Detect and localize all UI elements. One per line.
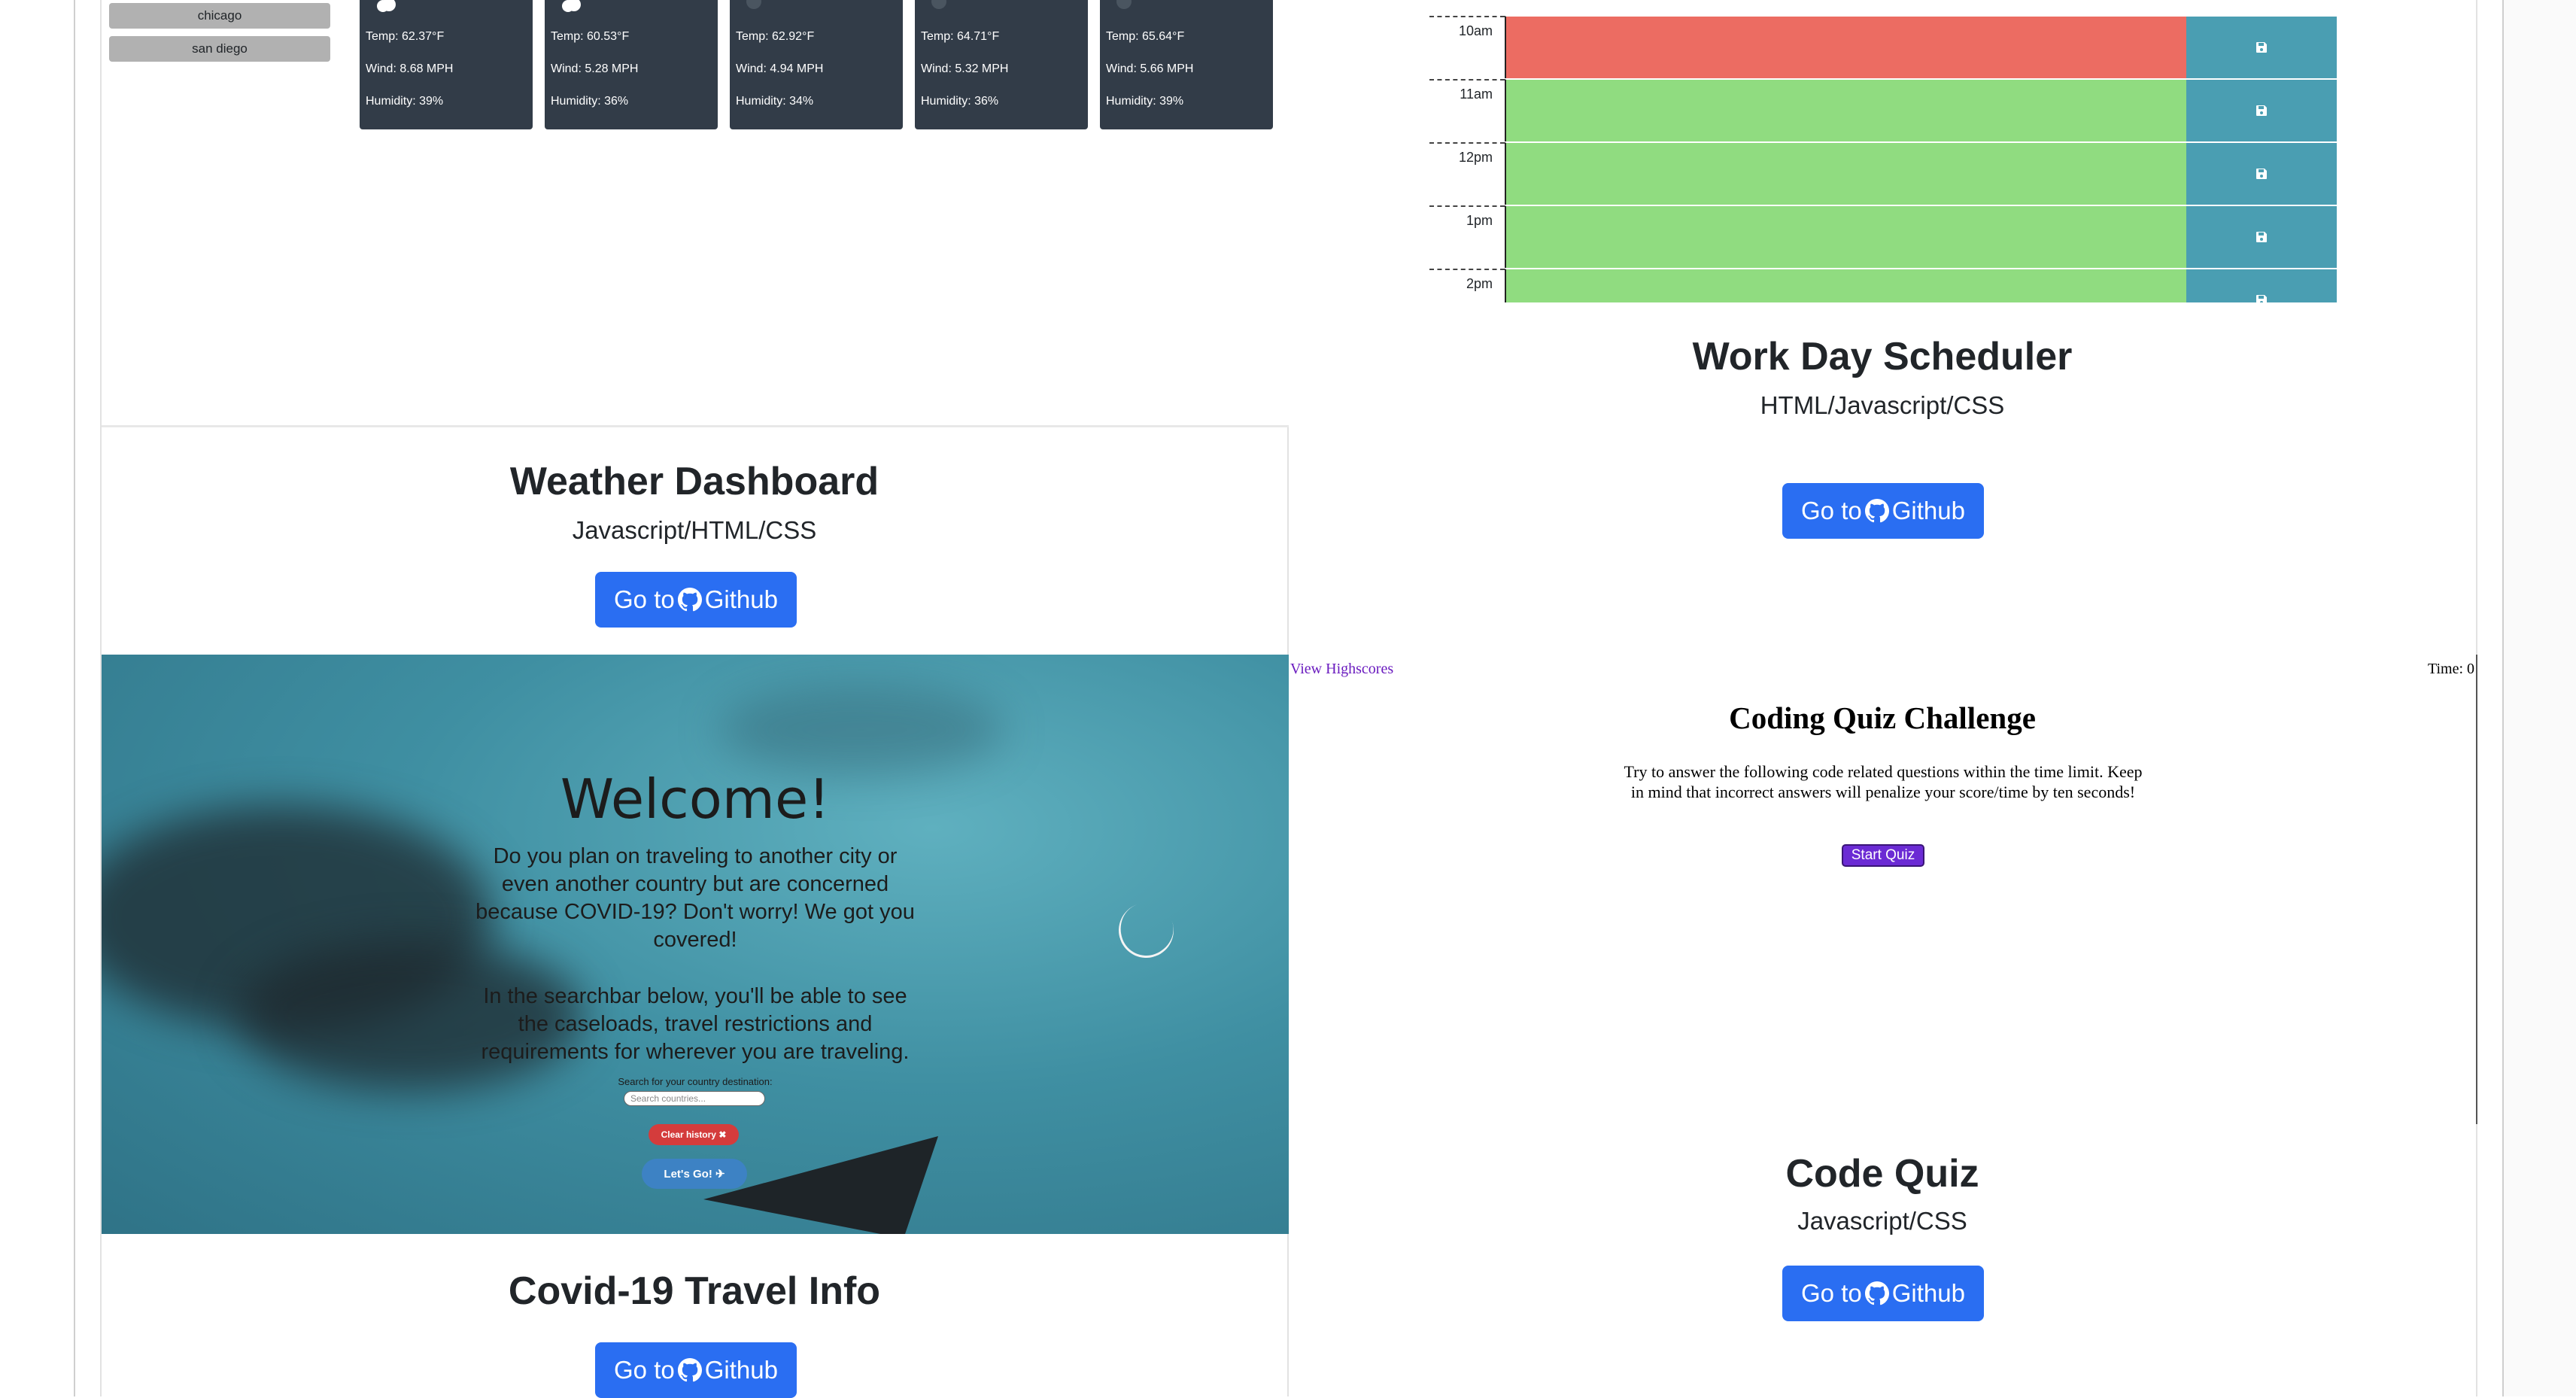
event-textarea[interactable]: [1505, 142, 2188, 205]
button-label: Github: [704, 1356, 778, 1384]
github-icon: [677, 588, 702, 612]
forecast-temp: Temp: 65.64°F: [1106, 30, 1185, 43]
time-block: 2pm: [1429, 269, 2367, 302]
hour-label: 10am: [1429, 16, 1505, 81]
project-title: Code Quiz: [1785, 1152, 1979, 1196]
github-icon: [677, 1358, 702, 1382]
cloud-icon: [377, 0, 396, 12]
forecast-day-card: Temp: 60.53°F Wind: 5.28 MPH Humidity: 3…: [545, 0, 718, 129]
project-card-work-day-scheduler: 10am 11am 12pm 1pm 2pm Work Day Schedule…: [1289, 0, 2477, 655]
save-icon: [2256, 105, 2267, 116]
project-tech: HTML/Javascript/CSS: [1760, 391, 2005, 419]
cloud-icon: [562, 0, 581, 12]
forecast-wind: Wind: 5.66 MPH: [1106, 62, 1194, 75]
forecast-temp: Temp: 60.53°F: [551, 30, 630, 43]
forecast-humidity: Humidity: 34%: [736, 95, 814, 108]
view-highscores-link[interactable]: View Highscores: [1290, 661, 1393, 678]
github-button[interactable]: Go to Github: [1782, 1266, 1984, 1321]
button-label: Github: [704, 585, 778, 613]
event-textarea[interactable]: [1505, 205, 2188, 268]
intro-paragraph: In the searchbar below, you'll be able t…: [481, 984, 910, 1064]
forecast-day-card: Temp: 62.92°F Wind: 4.94 MPH Humidity: 3…: [730, 0, 903, 129]
covid-travel-preview: Welcome! Do you plan on traveling to ano…: [102, 655, 1289, 1234]
scheduler-preview: 10am 11am 12pm 1pm 2pm: [1289, 0, 2477, 302]
hour-label: 1pm: [1429, 205, 1505, 270]
quiz-timer: Time: 0: [2427, 661, 2474, 677]
intro-paragraph: Do you plan on traveling to another city…: [475, 844, 915, 952]
weather-dashboard-preview: chicago san diego Temp: 62.37°F Wind: 8.…: [102, 0, 1289, 427]
forecast-day-card: Temp: 64.71°F Wind: 5.32 MPH Humidity: 3…: [915, 0, 1088, 129]
button-label: Github: [1891, 497, 1965, 524]
forecast-humidity: Humidity: 39%: [366, 95, 444, 108]
forecast-day-card: Temp: 65.64°F Wind: 5.66 MPH Humidity: 3…: [1100, 0, 1273, 129]
time-block: 1pm: [1429, 205, 2367, 269]
time-block: 12pm: [1429, 142, 2367, 205]
forecast-temp: Temp: 62.92°F: [736, 30, 815, 43]
save-icon: [2256, 169, 2267, 179]
save-button[interactable]: [2186, 142, 2337, 205]
button-label: Go to: [614, 1356, 675, 1384]
country-search-input[interactable]: Search countries...: [624, 1091, 765, 1106]
forecast-humidity: Humidity: 36%: [921, 95, 999, 108]
moon-icon: [1110, 895, 1182, 966]
forecast-humidity: Humidity: 36%: [551, 95, 629, 108]
forecast-day-card: Temp: 62.37°F Wind: 8.68 MPH Humidity: 3…: [360, 0, 533, 129]
hour-label: 12pm: [1429, 142, 1505, 207]
forecast-humidity: Humidity: 39%: [1106, 95, 1184, 108]
window-margin: [2504, 0, 2576, 1396]
quiz-heading: Coding Quiz Challenge: [1729, 701, 2036, 735]
button-label: Go to: [614, 585, 675, 613]
project-title: Work Day Scheduler: [1692, 335, 2073, 378]
project-title: Covid-19 Travel Info: [508, 1269, 881, 1313]
project-tech: Javascript/CSS: [1797, 1207, 1967, 1235]
hour-label: 11am: [1429, 79, 1505, 144]
event-textarea[interactable]: [1505, 79, 2188, 141]
github-button[interactable]: Go to Github: [595, 572, 797, 628]
button-label: Go to: [1801, 497, 1862, 524]
forecast-wind: Wind: 5.32 MPH: [921, 62, 1009, 75]
button-label: Go to: [1801, 1279, 1862, 1307]
save-button[interactable]: [2186, 205, 2337, 268]
save-button[interactable]: [2186, 79, 2337, 141]
quiz-instructions: Try to answer the following code related…: [1624, 762, 2143, 801]
project-tech: Javascript/HTML/CSS: [572, 516, 817, 544]
forecast-temp: Temp: 62.37°F: [366, 30, 445, 43]
welcome-heading: Welcome!: [560, 767, 831, 831]
project-card-code-quiz: View Highscores Time: 0 Coding Quiz Chal…: [1289, 655, 2477, 1396]
forecast-wind: Wind: 5.28 MPH: [551, 62, 639, 75]
time-block: 10am: [1429, 16, 2367, 79]
search-label: Search for your country destination:: [618, 1076, 773, 1087]
button-label: Github: [1891, 1279, 1965, 1307]
forecast-wind: Wind: 4.94 MPH: [736, 62, 824, 75]
project-card-covid-travel-info: Welcome! Do you plan on traveling to ano…: [100, 655, 1289, 1398]
city-history-button[interactable]: chicago: [109, 3, 330, 29]
save-button[interactable]: [2186, 269, 2337, 302]
github-button[interactable]: Go to Github: [1782, 483, 1984, 539]
dark-cloud-icon: [746, 0, 761, 9]
save-button[interactable]: [2186, 16, 2337, 78]
lets-go-button[interactable]: Let's Go! ✈: [642, 1159, 747, 1189]
save-icon: [2256, 42, 2267, 53]
github-icon: [1864, 499, 1889, 523]
save-icon: [2256, 232, 2267, 242]
forecast-temp: Temp: 64.71°F: [921, 30, 1000, 43]
project-card-weather-dashboard: chicago san diego Temp: 62.37°F Wind: 8.…: [100, 0, 1289, 655]
time-block: 11am: [1429, 79, 2367, 142]
code-quiz-preview: View Highscores Time: 0 Coding Quiz Chal…: [1289, 655, 2477, 1124]
save-icon: [2256, 295, 2267, 302]
hour-label: 2pm: [1429, 269, 1505, 302]
event-textarea[interactable]: [1505, 269, 2188, 302]
event-textarea[interactable]: [1505, 16, 2188, 78]
dark-cloud-icon: [1116, 0, 1132, 9]
project-title: Weather Dashboard: [509, 460, 879, 503]
window-frame-left: [74, 0, 75, 1396]
start-quiz-button[interactable]: Start Quiz: [1842, 844, 1924, 867]
github-button[interactable]: Go to Github: [595, 1342, 797, 1398]
city-history-button[interactable]: san diego: [109, 36, 330, 62]
dark-cloud-icon: [931, 0, 946, 9]
github-icon: [1864, 1281, 1889, 1305]
forecast-wind: Wind: 8.68 MPH: [366, 62, 454, 75]
